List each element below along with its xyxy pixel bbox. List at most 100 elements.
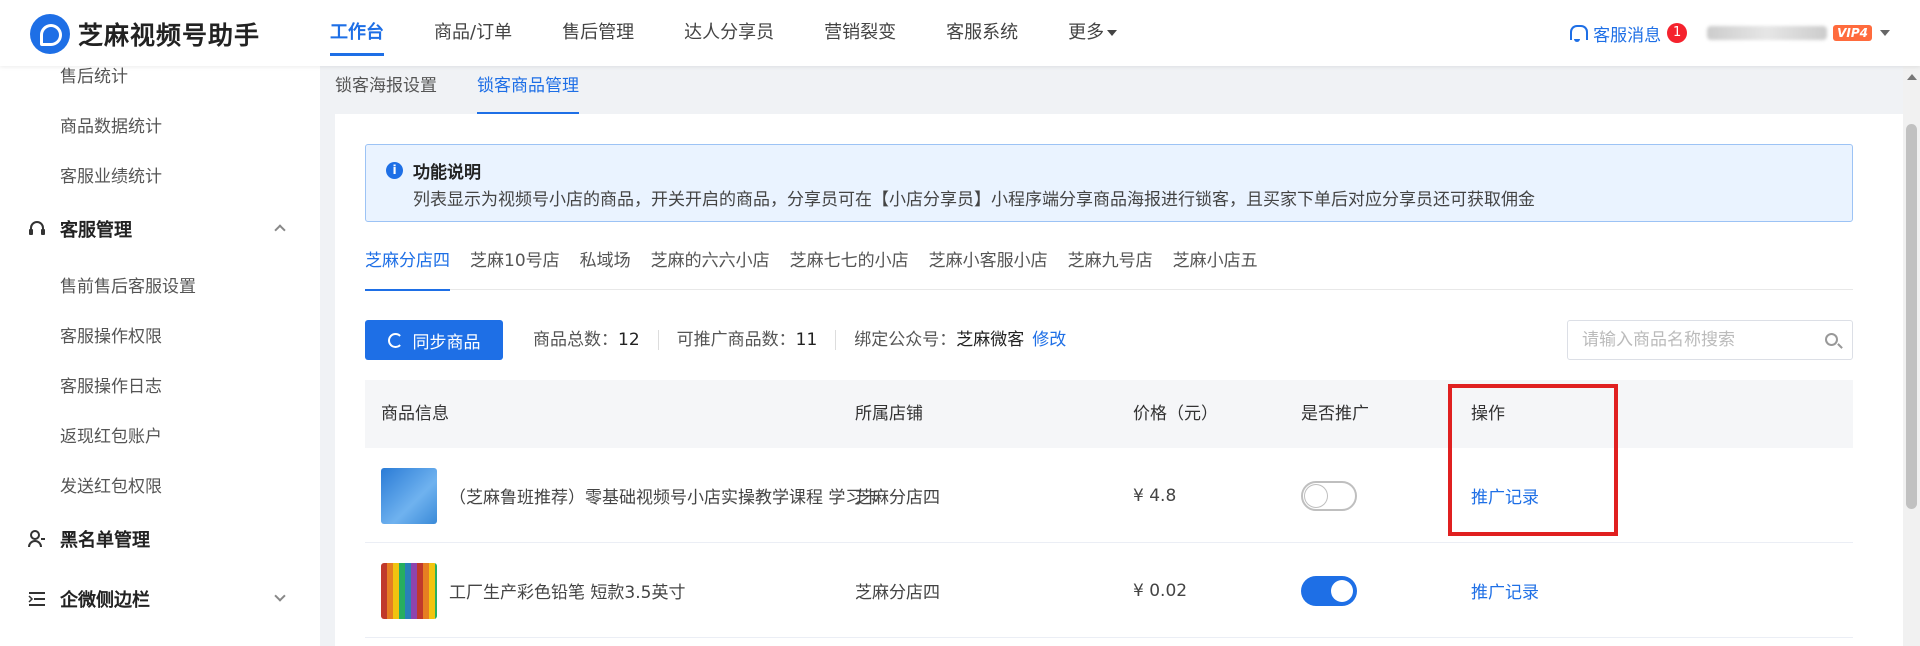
search-input[interactable] <box>1582 321 1822 359</box>
shop-tabs: 芝麻分店四 芝麻10号店 私域场 芝麻的六六小店 芝麻七七的小店 芝麻小客服小店… <box>365 246 1853 291</box>
promote-cell <box>1301 448 1357 543</box>
product-name: 工厂生产彩色铅笔 短款3.5英寸 <box>449 583 686 603</box>
user-block-icon <box>28 530 46 548</box>
message-count-badge: 1 <box>1667 23 1688 43</box>
promote-toggle[interactable] <box>1301 575 1357 606</box>
sidebar-group-service[interactable]: 客服管理 <box>28 216 132 242</box>
tab-shop-3[interactable]: 私域场 <box>580 246 631 290</box>
account-name-blurred[interactable] <box>1707 26 1828 40</box>
stat-account: 绑定公众号：芝麻微客 修改 <box>854 330 1084 350</box>
tab-lock-poster-settings[interactable]: 锁客海报设置 <box>335 66 437 114</box>
tab-shop-7[interactable]: 芝麻九号店 <box>1068 246 1153 290</box>
header-product-info: 商品信息 <box>381 404 449 424</box>
stat-promotable-value: 11 <box>795 330 818 350</box>
service-messages-link[interactable]: 客服消息 <box>1593 21 1661 46</box>
sidebar-item-product-data-stats[interactable]: 商品数据统计 <box>60 112 162 137</box>
tab-lock-product-management[interactable]: 锁客商品管理 <box>477 66 579 114</box>
product-cell: 工厂生产彩色铅笔 短款3.5英寸 <box>381 543 685 638</box>
promotion-records-link[interactable]: 推广记录 <box>1471 578 1539 603</box>
notice-text: 列表显示为视频号小店的商品，开关开启的商品，分享员可在【小店分享员】小程序端分享… <box>413 190 1535 210</box>
nav-after-sales[interactable]: 售后管理 <box>562 0 634 66</box>
product-search <box>1567 320 1853 360</box>
product-thumbnail <box>381 467 437 524</box>
sidebar-item-red-packet-permissions[interactable]: 发送红包权限 <box>60 472 162 497</box>
header-promoted: 是否推广 <box>1301 404 1369 424</box>
account-chevron-down-icon[interactable] <box>1880 30 1890 36</box>
sync-products-label: 同步商品 <box>412 332 481 353</box>
nav-workbench[interactable]: 工作台 <box>330 0 384 66</box>
logo-icon <box>30 14 70 54</box>
shop-cell: 芝麻分店四 <box>855 583 940 603</box>
app-logo[interactable]: 芝麻视频号助手 <box>30 14 260 54</box>
sidebar-group-wecom-label: 企微侧边栏 <box>60 590 150 611</box>
product-cell: （芝麻鲁班推荐）零基础视频号小店实操教学课程 学习卡 <box>381 448 879 543</box>
info-icon: i <box>386 162 403 179</box>
headset-icon <box>28 220 46 238</box>
table-header: 商品信息 所属店铺 价格（元） 是否推广 操作 <box>365 380 1853 448</box>
tab-shop-4[interactable]: 芝麻的六六小店 <box>651 246 770 290</box>
nav-products-orders[interactable]: 商品/订单 <box>434 0 512 66</box>
sidebar-group-wecom[interactable]: 企微侧边栏 <box>28 586 150 612</box>
header-price: 价格（元） <box>1133 404 1218 424</box>
chevron-down-icon <box>1107 30 1118 36</box>
main-content: 锁客海报设置 锁客商品管理 i 功能说明 列表显示为视频号小店的商品，开关开启的… <box>335 66 1903 646</box>
app-title: 芝麻视频号助手 <box>78 21 261 50</box>
nav-customer-service[interactable]: 客服系统 <box>946 0 1018 66</box>
stat-total-value: 12 <box>618 330 640 350</box>
tab-shop-6[interactable]: 芝麻小客服小店 <box>929 246 1048 290</box>
nav-marketing[interactable]: 营销裂变 <box>824 0 896 66</box>
sidebar-group-blacklist[interactable]: 黑名单管理 <box>28 526 150 552</box>
stat-total: 商品总数：12 <box>533 330 659 350</box>
sidebar-group-service-label: 客服管理 <box>60 220 132 241</box>
action-cell: 推广记录 <box>1471 448 1539 543</box>
top-right-area: 客服消息 1 VIP4 <box>1569 0 1890 66</box>
content-panel: i 功能说明 列表显示为视频号小店的商品，开关开启的商品，分享员可在【小店分享员… <box>335 114 1903 646</box>
tab-shop-2[interactable]: 芝麻10号店 <box>470 246 560 290</box>
top-bar: 芝麻视频号助手 工作台 商品/订单 售后管理 达人分享员 营销裂变 客服系统 更… <box>0 0 1920 66</box>
promotion-records-link[interactable]: 推广记录 <box>1471 483 1539 508</box>
nav-more[interactable]: 更多 <box>1068 0 1118 66</box>
feature-notice: i 功能说明 列表显示为视频号小店的商品，开关开启的商品，分享员可在【小店分享员… <box>365 144 1853 222</box>
stat-account-value: 芝麻微客 <box>956 330 1025 350</box>
promote-toggle[interactable] <box>1301 480 1357 511</box>
search-icon[interactable] <box>1825 333 1838 346</box>
tab-shop-1[interactable]: 芝麻分店四 <box>365 246 450 291</box>
sub-tabs: 锁客海报设置 锁客商品管理 <box>335 66 619 114</box>
product-stats: 商品总数：12 可推广商品数：11 绑定公众号：芝麻微客 修改 <box>533 320 1102 360</box>
header-actions: 操作 <box>1471 404 1505 424</box>
sidebar-item-cashback-account[interactable]: 返现红包账户 <box>60 422 162 447</box>
nav-more-label: 更多 <box>1068 22 1105 43</box>
table-row: （芝麻鲁班推荐）零基础视频号小店实操教学课程 学习卡 芝麻分店四 ¥ 4.8 推… <box>365 448 1853 543</box>
table-row: 工厂生产彩色铅笔 短款3.5英寸 芝麻分店四 ¥ 0.02 推广记录 <box>365 543 1853 638</box>
notice-title: 功能说明 <box>413 163 481 183</box>
sidebar-item-service-permissions[interactable]: 客服操作权限 <box>60 322 162 347</box>
product-table: 商品信息 所属店铺 价格（元） 是否推广 操作 （芝麻鲁班推荐）零基础视频号小店… <box>365 380 1853 638</box>
chevron-up-icon[interactable] <box>274 224 286 236</box>
sidebar-item-service-logs[interactable]: 客服操作日志 <box>60 372 162 397</box>
sidebar-item-after-sales-stats[interactable]: 售后统计 <box>60 66 128 87</box>
nav-sharers[interactable]: 达人分享员 <box>684 0 774 66</box>
header-shop: 所属店铺 <box>855 404 923 424</box>
bell-icon[interactable] <box>1569 24 1589 42</box>
stat-total-label: 商品总数： <box>533 330 618 350</box>
page-scrollbar[interactable] <box>1903 66 1920 646</box>
shop-cell: 芝麻分店四 <box>855 488 940 508</box>
sidebar-item-pre-after-sales-service[interactable]: 售前售后客服设置 <box>60 272 196 297</box>
tab-shop-8[interactable]: 芝麻小店五 <box>1173 246 1258 290</box>
refresh-icon <box>387 332 403 348</box>
scroll-up-arrow-icon[interactable] <box>1907 74 1917 80</box>
main-nav: 工作台 商品/订单 售后管理 达人分享员 营销裂变 客服系统 更多 <box>330 0 1167 66</box>
price-cell: ¥ 4.8 <box>1133 485 1177 506</box>
product-name: （芝麻鲁班推荐）零基础视频号小店实操教学课程 学习卡 <box>449 488 880 508</box>
chevron-down-icon[interactable] <box>274 590 286 602</box>
sidebar-item-service-performance-stats[interactable]: 客服业绩统计 <box>60 162 162 187</box>
scrollbar-thumb[interactable] <box>1906 124 1917 509</box>
list-indent-icon <box>28 590 46 608</box>
sync-products-button[interactable]: 同步商品 <box>365 320 503 360</box>
promote-cell <box>1301 543 1357 638</box>
product-thumbnail <box>381 562 437 619</box>
price-cell: ¥ 0.02 <box>1133 580 1188 601</box>
edit-account-link[interactable]: 修改 <box>1032 330 1066 350</box>
stat-promotable: 可推广商品数：11 <box>677 330 837 350</box>
tab-shop-5[interactable]: 芝麻七七的小店 <box>790 246 909 290</box>
